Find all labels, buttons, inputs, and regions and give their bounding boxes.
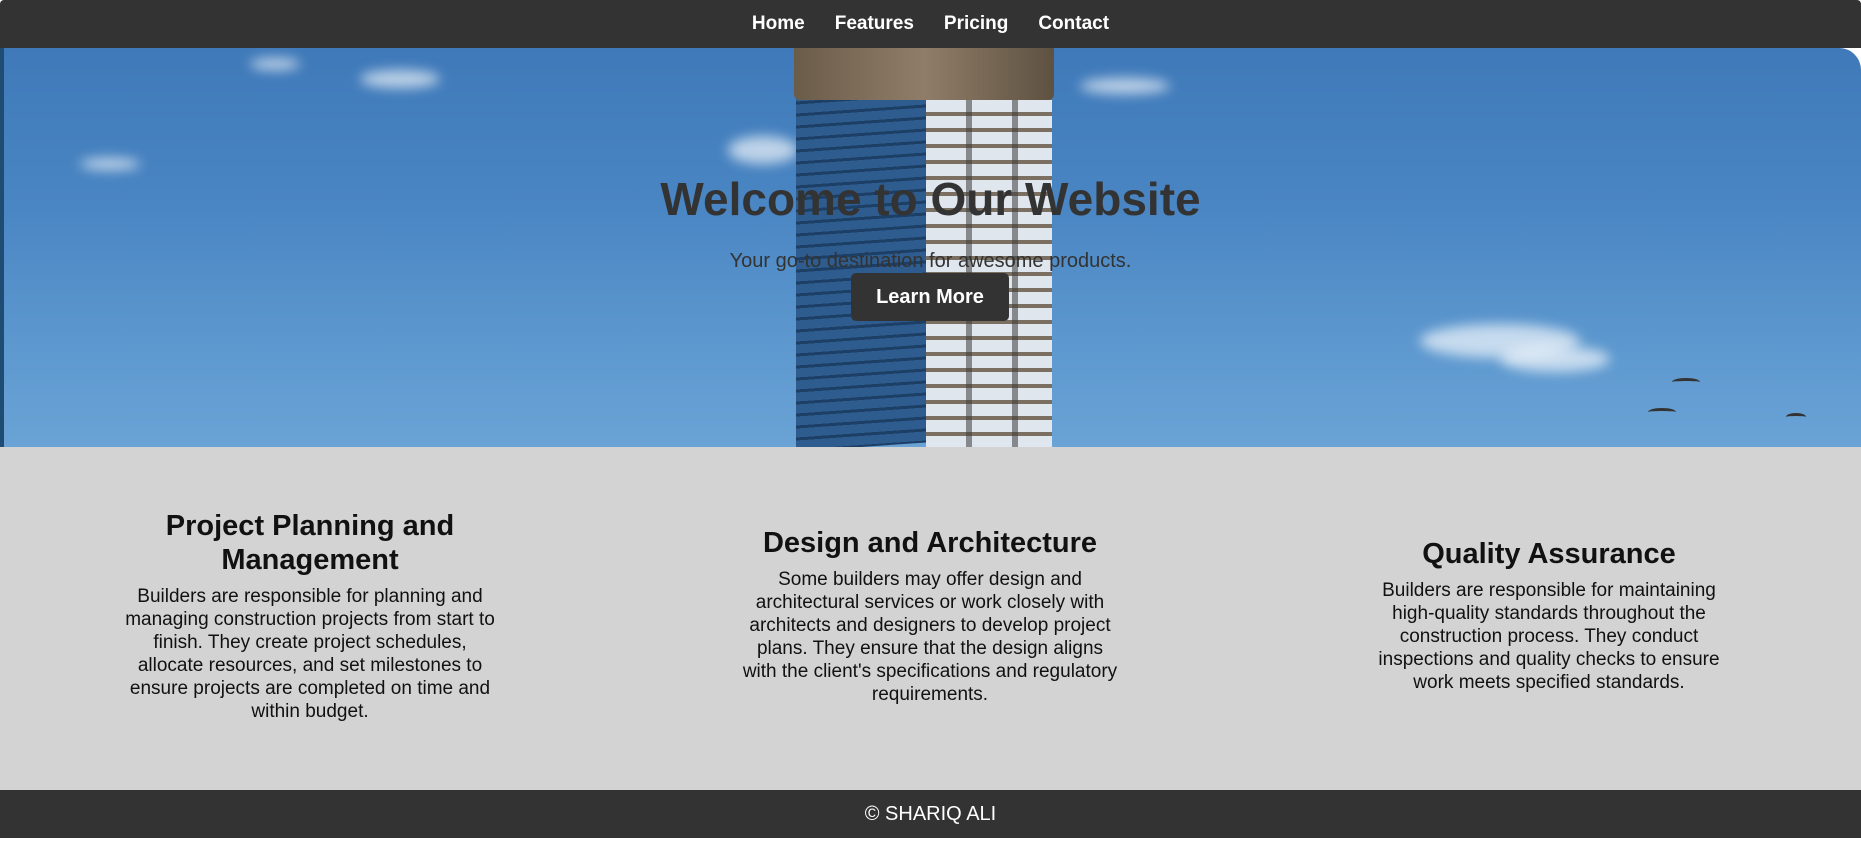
page: Home Features Pricing Contact Welcome to [0, 0, 1861, 841]
feature-card-design-architecture: Design and Architecture Some builders ma… [740, 526, 1120, 706]
feature-card-quality-assurance: Quality Assurance Builders are responsib… [1359, 537, 1739, 694]
nav-link-pricing[interactable]: Pricing [944, 13, 1008, 35]
footer: © SHARIQ ALI [0, 790, 1861, 838]
feature-card-project-planning: Project Planning and Management Builders… [120, 509, 500, 723]
nav-link-contact[interactable]: Contact [1038, 13, 1109, 35]
footer-copyright: © SHARIQ ALI [864, 802, 997, 825]
nav-link-features[interactable]: Features [835, 13, 914, 35]
features-section: Project Planning and Management Builders… [0, 447, 1861, 790]
top-navigation: Home Features Pricing Contact [0, 0, 1861, 48]
feature-title: Design and Architecture [762, 527, 1098, 559]
feature-description: Some builders may offer design and archi… [742, 569, 1118, 705]
hero-content: Welcome to Our Website Your go-to destin… [0, 48, 1861, 447]
hero-subtitle: Your go-to destination for awesome produ… [729, 250, 1132, 272]
nav-link-home[interactable]: Home [752, 13, 805, 35]
hero-section: Welcome to Our Website Your go-to destin… [0, 48, 1861, 447]
feature-description: Builders are responsible for planning an… [125, 586, 495, 722]
feature-title: Project Planning and Management [165, 510, 455, 576]
hero-title: Welcome to Our Website [660, 173, 1201, 225]
learn-more-button[interactable]: Learn More [851, 273, 1009, 321]
feature-title: Quality Assurance [1422, 538, 1676, 570]
feature-description: Builders are responsible for maintaining… [1378, 580, 1720, 693]
